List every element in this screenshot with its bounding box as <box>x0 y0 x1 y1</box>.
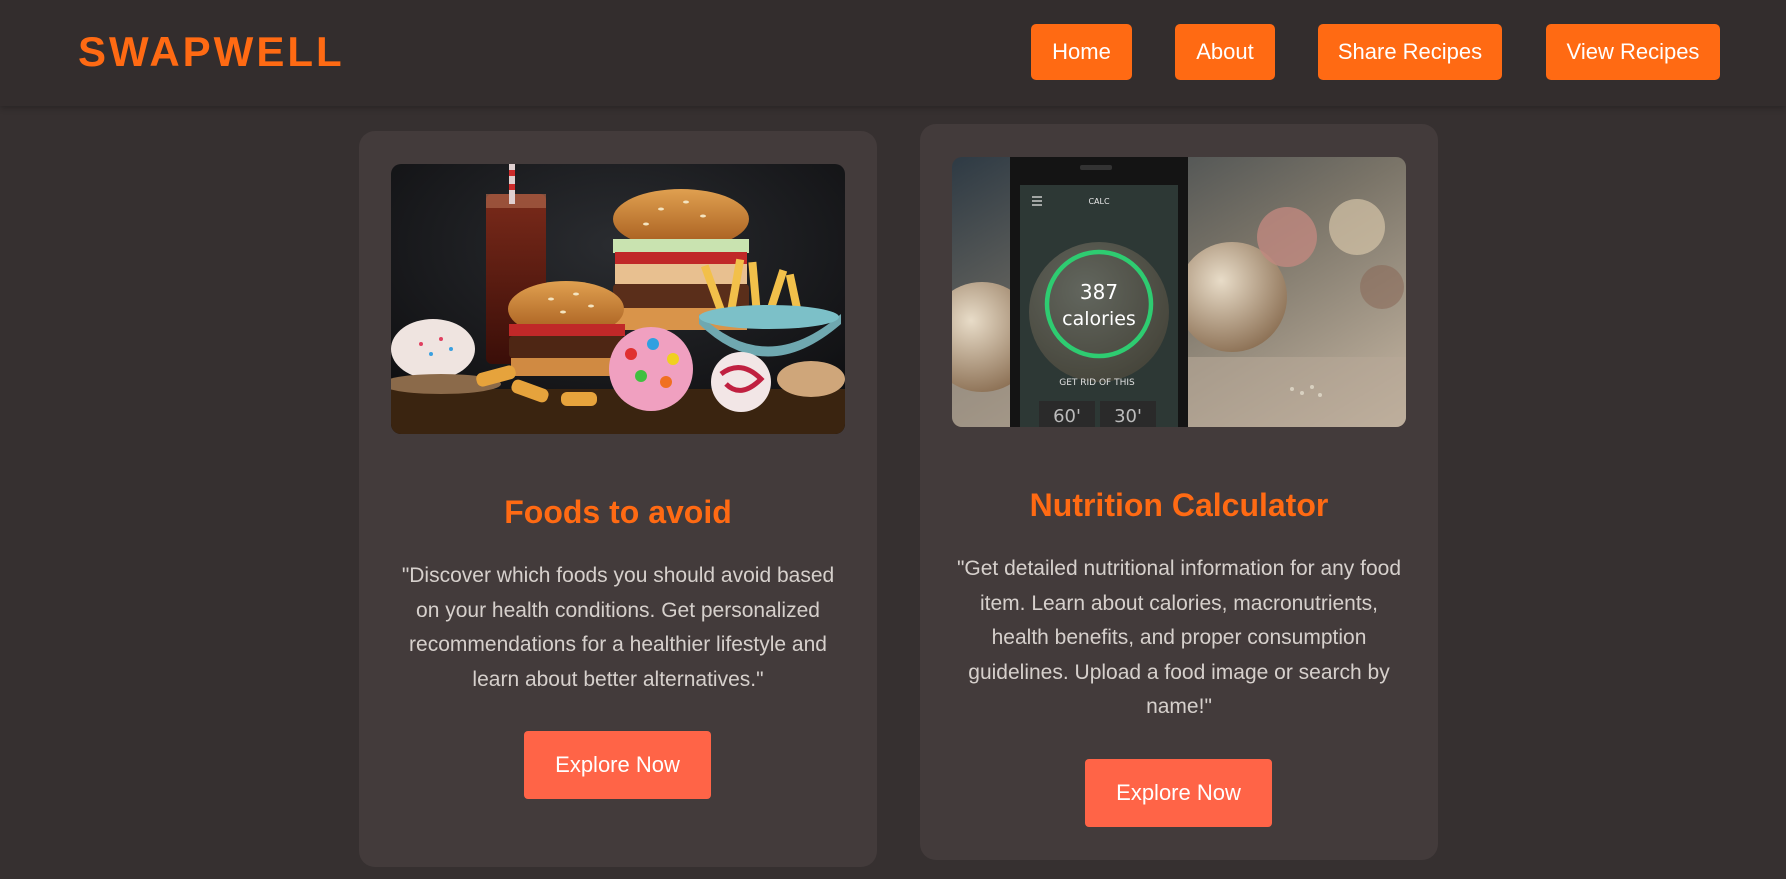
phone-caption: GET RID OF THIS <box>1059 378 1135 388</box>
nutrition-calculator-description: "Get detailed nutritional information fo… <box>956 557 1402 718</box>
nav-home-button[interactable]: Home <box>1031 24 1132 80</box>
nav-view-recipes-button[interactable]: View Recipes <box>1546 24 1720 80</box>
junk-food-image <box>391 164 845 434</box>
nutrition-calculator-card: CALC 387 calories GET RID OF THIS 60' 30… <box>920 124 1438 860</box>
nav-share-recipes-button[interactable]: Share Recipes <box>1318 24 1502 80</box>
foods-to-avoid-explore-button[interactable]: Explore Now <box>524 731 711 799</box>
logo[interactable]: SWAPWELL <box>78 28 345 76</box>
phone-app-title: CALC <box>1088 197 1110 206</box>
foods-to-avoid-description: "Discover which foods you should avoid b… <box>401 564 835 691</box>
phone-timer-b: 30' <box>1114 406 1142 427</box>
nutrition-calculator-title: Nutrition Calculator <box>1029 487 1329 523</box>
calorie-app-image: CALC 387 calories GET RID OF THIS 60' 30… <box>952 157 1406 427</box>
phone-timer-a: 60' <box>1053 406 1081 427</box>
phone-calorie-value: 387 <box>1080 280 1118 304</box>
phone-calorie-unit: calories <box>1062 308 1136 330</box>
foods-to-avoid-title: Foods to avoid <box>504 494 732 530</box>
foods-to-avoid-card: Foods to avoid "Discover which foods you… <box>359 131 877 867</box>
top-header: SWAPWELL Home About Share Recipes View R… <box>0 0 1786 106</box>
nutrition-calculator-explore-button[interactable]: Explore Now <box>1085 759 1272 827</box>
nav-about-button[interactable]: About <box>1175 24 1275 80</box>
